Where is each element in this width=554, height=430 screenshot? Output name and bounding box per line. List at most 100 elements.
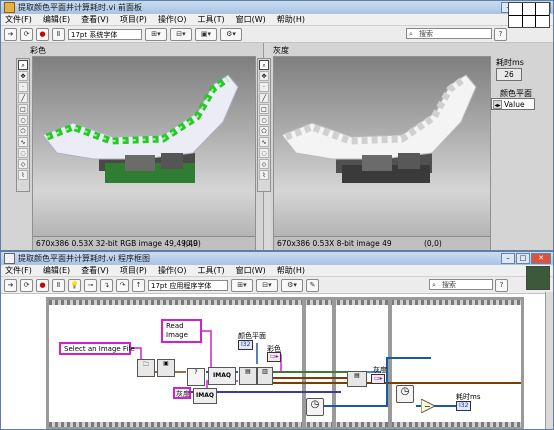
broken-line-tool-icon[interactable]: ⌇ — [18, 170, 28, 180]
select-file-text: Select an Image File — [64, 345, 135, 353]
menu-tools[interactable]: 工具(T) — [197, 14, 224, 25]
subtract-node[interactable]: − — [421, 399, 435, 413]
menu-window[interactable]: 窗口(W) — [236, 14, 266, 25]
front-panel-titlebar[interactable]: 提取颜色平面并计算耗时.vi 前面板 – □ ✕ — [1, 1, 553, 14]
menu-project[interactable]: 项目(P) — [120, 14, 147, 25]
read-image-constant[interactable]: Read Image — [161, 319, 202, 343]
color-display-label: 彩色 — [30, 46, 46, 55]
color-image-canvas[interactable] — [33, 57, 255, 236]
file-dialog-node[interactable]: 🗀 — [137, 359, 155, 377]
connector-pane-icon[interactable] — [508, 2, 550, 28]
imaq-extract-plane-node-2[interactable]: ▥ — [257, 367, 273, 385]
check-file-node[interactable]: ? — [187, 368, 205, 386]
search-placeholder: 搜索 — [419, 30, 433, 38]
imaq-read-node[interactable]: IMAQ — [208, 367, 236, 385]
search-icon: ⌕ — [409, 30, 413, 38]
front-panel-title: 提取颜色平面并计算耗时.vi 前面板 — [18, 3, 143, 12]
color-plane-ring[interactable]: ◂▸ Value — [491, 98, 535, 110]
run-continuously-icon[interactable]: ⟳ — [20, 27, 33, 41]
gray-const-text: 灰度 — [176, 390, 190, 398]
labview-vi-icon — [4, 2, 15, 13]
gray-part-image — [281, 74, 477, 183]
polygon-tool-icon[interactable]: ⬠ — [18, 126, 28, 136]
ring-arrows-icon[interactable]: ◂▸ — [493, 100, 502, 109]
color-image-terminal[interactable]: ▭▸ — [267, 352, 281, 362]
color-image-display[interactable]: 670x386 0.53X 32-bit RGB image 49,49,49 … — [32, 56, 256, 250]
oval-tool-icon[interactable]: ○ — [259, 115, 269, 125]
rotated-rect-tool-icon[interactable]: ◇ — [18, 159, 28, 169]
line-tool-icon[interactable]: ╱ — [18, 93, 28, 103]
color-plane-terminal[interactable]: I32 — [238, 340, 254, 350]
abort-icon[interactable]: ● — [36, 27, 49, 41]
gray-constant[interactable]: 灰度 — [173, 387, 191, 399]
subtract-icon: − — [424, 402, 431, 411]
color-display-tool-palette: ⌕ ✥ · ╱ □ ○ ⬠ ∿ ◌ ◇ ⌇ — [16, 58, 30, 192]
oval-tool-icon[interactable]: ○ — [18, 115, 28, 125]
freehand-tool-icon[interactable]: ∿ — [18, 137, 28, 147]
menu-edit[interactable]: 编辑(E) — [43, 14, 70, 25]
point-tool-icon[interactable]: · — [259, 82, 269, 92]
block-diagram-window: 提取颜色平面并计算耗时.vi 程序框图 – □ ✕ 文件(F) 编辑(E) 查看… — [0, 251, 554, 430]
imaq-cast-node[interactable]: ▤ — [347, 371, 367, 387]
align-objects-icon[interactable]: ⊞▾ — [145, 27, 167, 41]
color-display-status: 670x386 0.53X 32-bit RGB image 49,49,49 — [36, 239, 198, 248]
elapsed-label: 耗时ms — [496, 58, 524, 67]
pan-tool-icon[interactable]: ✥ — [18, 71, 28, 81]
clock-icon: ◷ — [310, 399, 320, 410]
imaq-create-node[interactable]: IMAQ — [193, 388, 217, 404]
gray-display-label: 灰度 — [273, 46, 289, 55]
gray-display-tool-palette: ⌕ ✥ · ╱ □ ○ ⬠ ∿ ◌ ◇ ⌇ — [257, 58, 271, 192]
distribute-objects-icon[interactable]: ⊟▾ — [170, 27, 192, 41]
tick-count-node-1[interactable]: ◷ — [306, 398, 324, 416]
annulus-tool-icon[interactable]: ◌ — [18, 148, 28, 158]
resize-objects-icon[interactable]: ▣▾ — [195, 27, 217, 41]
font-selector[interactable]: 17pt 系统字体 — [68, 28, 142, 40]
run-arrow-icon[interactable]: ➔ — [4, 27, 17, 41]
elapsed-value: 26 — [504, 70, 514, 79]
context-help-icon[interactable]: ? — [494, 28, 507, 41]
image-icon: ▤ — [245, 368, 251, 375]
gray-display-status: 670x386 0.53X 8-bit image 49 — [277, 239, 392, 248]
imaq-create-label: IMAQ — [196, 392, 214, 399]
rotated-rect-tool-icon[interactable]: ◇ — [259, 159, 269, 169]
file-dialog-node-2[interactable]: ▣ — [157, 359, 175, 377]
elapsed-indicator: 26 — [496, 68, 522, 81]
color-display-coords: (0,0) — [183, 239, 201, 248]
search-input[interactable]: ⌕ 搜索 — [406, 28, 492, 39]
menu-help[interactable]: 帮助(H) — [277, 14, 305, 25]
image-file-icon: ▣ — [163, 360, 169, 367]
color-plane-value: Value — [504, 100, 525, 109]
bd-vertical-scrollbar[interactable] — [545, 292, 553, 429]
polygon-tool-icon[interactable]: ⬠ — [259, 126, 269, 136]
gray-image-canvas[interactable] — [274, 57, 490, 236]
pan-tool-icon[interactable]: ✥ — [259, 71, 269, 81]
gray-image-display[interactable]: 670x386 0.53X 8-bit image 49 (0,0) — [273, 56, 491, 250]
menu-file[interactable]: 文件(F) — [5, 14, 32, 25]
cast-icon: ▤ — [354, 372, 360, 379]
rect-tool-icon[interactable]: □ — [18, 104, 28, 114]
menu-view[interactable]: 查看(V) — [81, 14, 109, 25]
elapsed-terminal[interactable]: I32 — [456, 401, 472, 411]
rect-tool-icon[interactable]: □ — [259, 104, 269, 114]
zoom-tool-icon[interactable]: ⌕ — [259, 60, 269, 70]
extract-icon: ▥ — [262, 368, 268, 375]
line-tool-icon[interactable]: ╱ — [259, 93, 269, 103]
menu-operate[interactable]: 操作(O) — [158, 14, 187, 25]
freehand-tool-icon[interactable]: ∿ — [259, 137, 269, 147]
broken-line-tool-icon[interactable]: ⌇ — [259, 170, 269, 180]
reorder-icon[interactable]: ⚙▾ — [220, 27, 242, 41]
color-part-image — [42, 74, 239, 183]
select-image-file-constant[interactable]: Select an Image File — [59, 342, 135, 355]
zoom-tool-icon[interactable]: ⌕ — [18, 60, 28, 70]
annulus-tool-icon[interactable]: ◌ — [259, 148, 269, 158]
gray-display-statusbar: 670x386 0.53X 8-bit image 49 (0,0) — [274, 236, 490, 250]
tick-count-node-2[interactable]: ◷ — [396, 385, 414, 403]
point-tool-icon[interactable]: · — [18, 82, 28, 92]
front-panel-toolbar: ➔ ⟳ ● Ⅱ 17pt 系统字体 ⊞▾ ⊟▾ ▣▾ ⚙▾ ⌕ 搜索 ? — [1, 26, 553, 43]
front-panel-menubar: 文件(F) 编辑(E) 查看(V) 项目(P) 操作(O) 工具(T) 窗口(W… — [1, 14, 553, 26]
question-icon: ? — [194, 369, 198, 376]
pause-icon[interactable]: Ⅱ — [52, 27, 65, 41]
image-text: Image — [166, 331, 188, 339]
gray-image-terminal[interactable]: ▭▸ — [371, 374, 385, 384]
imaq-extract-plane-node[interactable]: ▤ — [239, 367, 257, 385]
